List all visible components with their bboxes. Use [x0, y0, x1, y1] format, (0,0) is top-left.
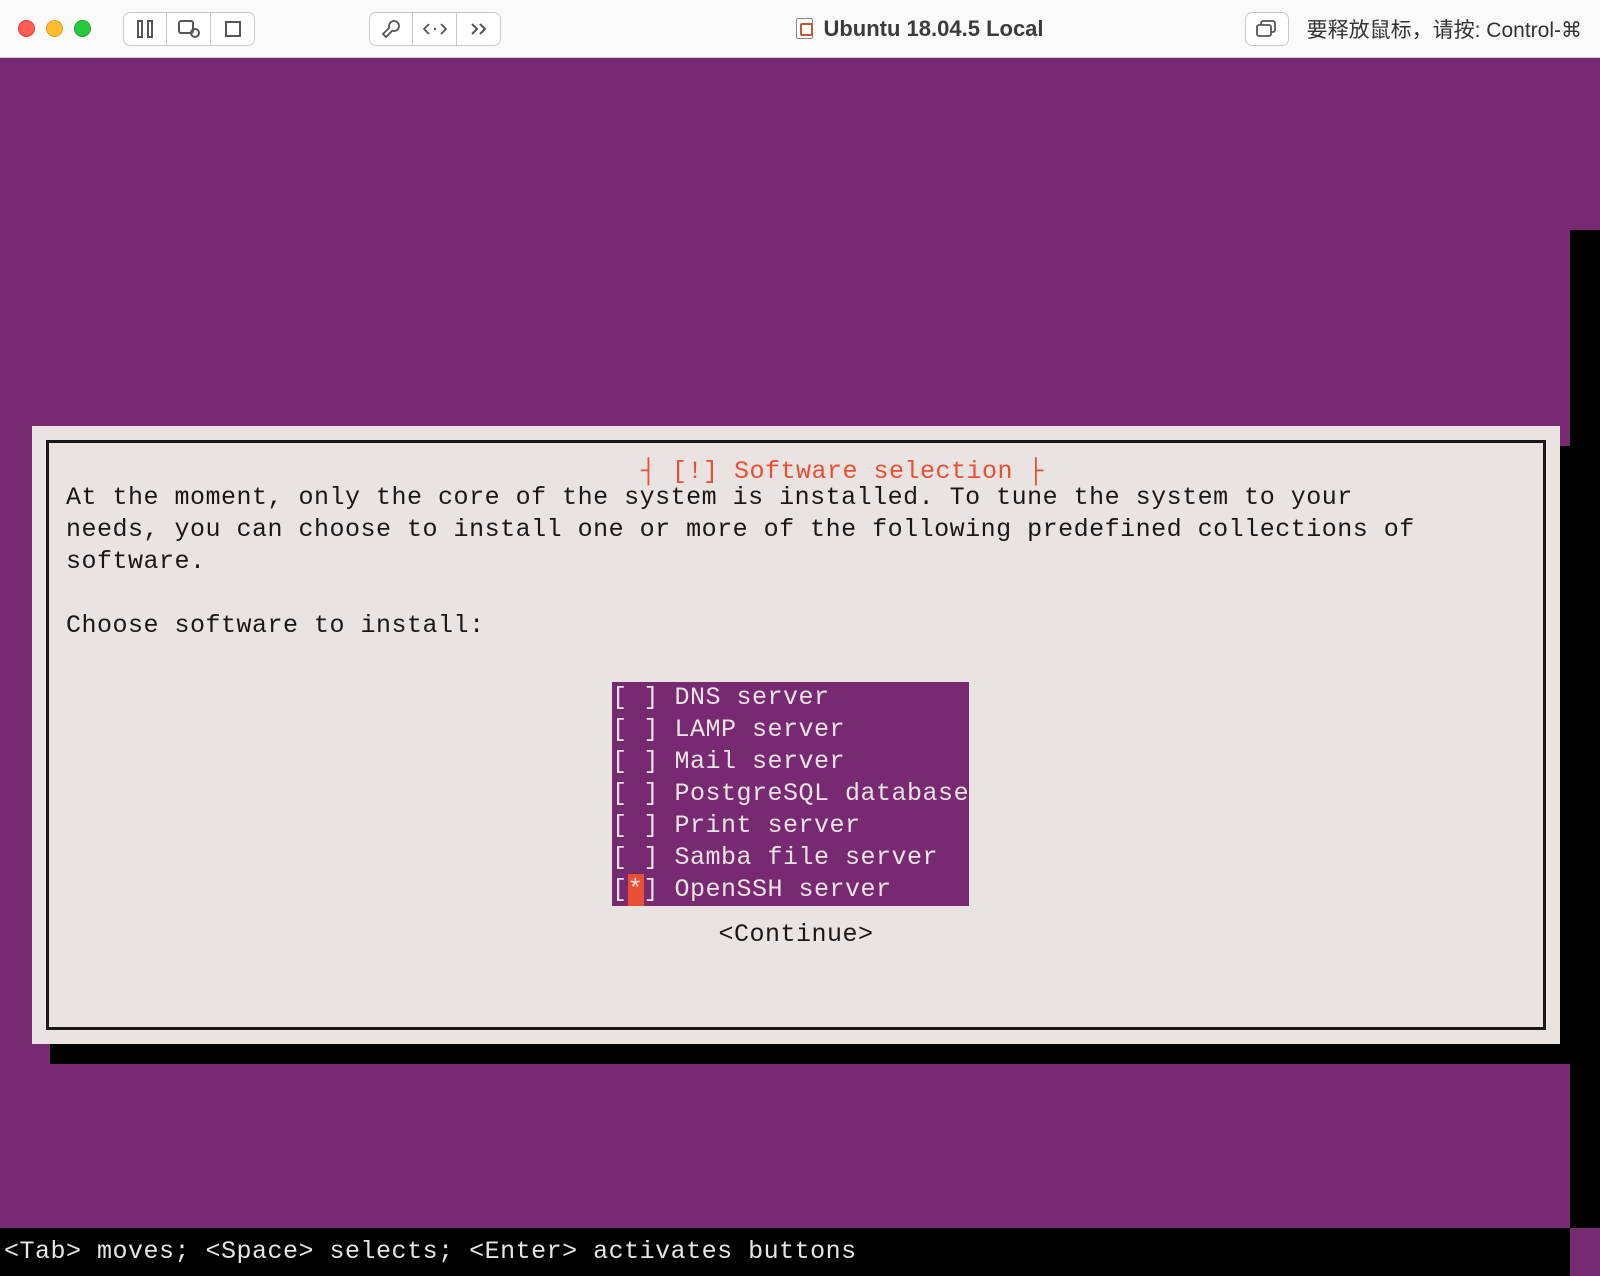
pause-button[interactable]: [123, 12, 167, 46]
snapshot-button[interactable]: [167, 12, 211, 46]
release-mouse-hint: 要释放鼠标，请按: Control-⌘: [1307, 14, 1582, 44]
stop-button[interactable]: [211, 12, 255, 46]
settings-button[interactable]: [369, 12, 413, 46]
toolbar-group-tools: [369, 12, 501, 46]
software-selection-dialog: ┤ [!] Software selection ├ At the moment…: [32, 426, 1560, 1044]
traffic-lights: [18, 20, 91, 37]
software-item-print-server[interactable]: [ ] Print server: [612, 810, 969, 842]
multi-display-button[interactable]: [1245, 12, 1289, 46]
software-item-samba-file-server[interactable]: [ ] Samba file server: [612, 842, 969, 874]
help-bar: <Tab> moves; <Space> selects; <Enter> ac…: [0, 1228, 1570, 1276]
chevrons-right-icon: [470, 22, 488, 36]
resize-button[interactable]: [413, 12, 457, 46]
snapshot-icon: [178, 20, 200, 38]
software-item-mail-server[interactable]: [ ] Mail server: [612, 746, 969, 778]
window-title: Ubuntu 18.04.5 Local: [796, 16, 1043, 42]
software-list[interactable]: [ ] DNS server [ ] LAMP server [ ] Mail …: [612, 682, 969, 906]
displays-icon: [1256, 20, 1278, 38]
software-item-openssh-server[interactable]: [*] OpenSSH server: [612, 874, 969, 906]
stop-icon: [225, 21, 241, 37]
mac-titlebar: Ubuntu 18.04.5 Local 要释放鼠标，请按: Control-⌘: [0, 0, 1600, 58]
window-zoom-button[interactable]: [74, 20, 91, 37]
overflow-button[interactable]: [457, 12, 501, 46]
software-item-postgresql-database[interactable]: [ ] PostgreSQL database: [612, 778, 969, 810]
dialog-paragraph: At the moment, only the core of the syst…: [66, 483, 1415, 576]
pause-icon: [137, 20, 153, 38]
dialog-prompt: Choose software to install:: [66, 611, 485, 640]
software-item-lamp-server[interactable]: [ ] LAMP server: [612, 714, 969, 746]
vm-file-icon: [796, 18, 813, 39]
titlebar-right-cluster: 要释放鼠标，请按: Control-⌘: [1245, 12, 1582, 46]
vm-display[interactable]: ┤ [!] Software selection ├ At the moment…: [0, 58, 1600, 1276]
window-minimize-button[interactable]: [46, 20, 63, 37]
window-close-button[interactable]: [18, 20, 35, 37]
window-title-text: Ubuntu 18.04.5 Local: [823, 16, 1043, 42]
continue-button[interactable]: <Continue>: [32, 920, 1560, 949]
software-item-dns-server[interactable]: [ ] DNS server: [612, 682, 969, 714]
resize-icon: [423, 22, 447, 36]
toolbar-group-vm-controls: [123, 12, 255, 46]
wrench-icon: [381, 19, 401, 39]
dialog-body: At the moment, only the core of the syst…: [66, 482, 1526, 642]
